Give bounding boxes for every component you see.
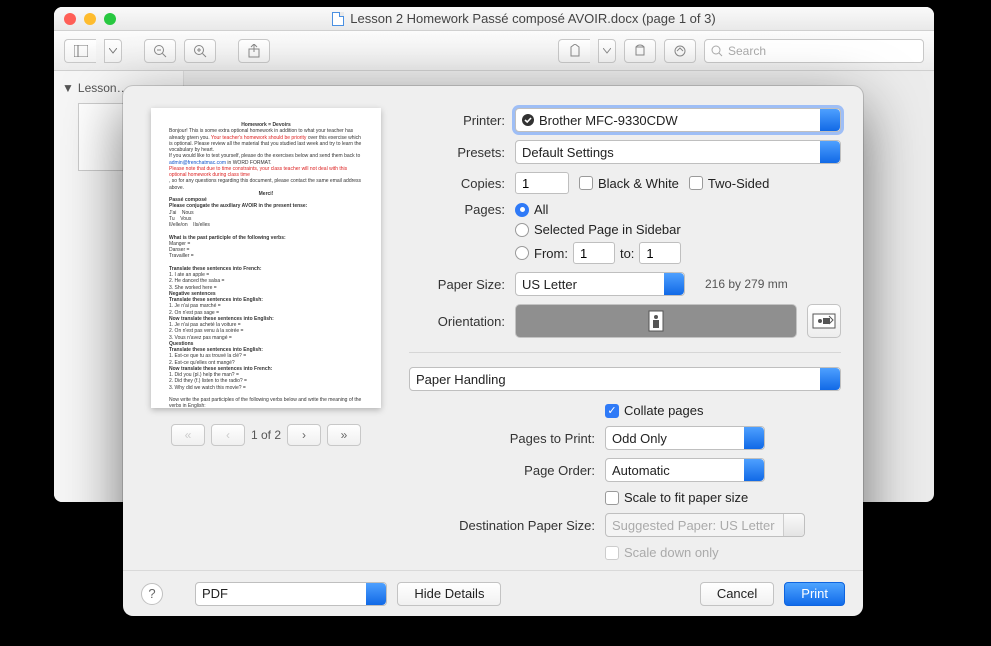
orientation-label: Orientation: [409,314,505,329]
preview-pager: « ‹ 1 of 2 › » [171,424,361,446]
dest-paper-size-select: Suggested Paper: US Letter ▴▾ [605,513,805,537]
zoom-window-button[interactable] [104,13,116,25]
paper-size-label: Paper Size: [409,277,505,292]
printer-value: Brother MFC-9330CDW [539,113,678,128]
orientation-landscape-button[interactable] [807,304,841,338]
help-button[interactable]: ? [141,583,163,605]
scale-down-only-checkbox: Scale down only [605,545,719,560]
close-window-button[interactable] [64,13,76,25]
highlight-button[interactable] [558,39,590,63]
search-field[interactable]: Search [704,39,924,63]
sidebar-dropdown-button[interactable] [104,39,122,63]
print-section-select[interactable]: Paper Handling ▴▾ [409,367,841,391]
sidebar-toggle-button[interactable] [64,39,96,63]
pages-to-print-value: Odd Only [612,431,667,446]
checkbox-icon [605,491,619,505]
printer-label: Printer: [409,113,505,128]
collate-checkbox[interactable]: ✓ Collate pages [605,403,704,418]
orientation-portrait-button[interactable] [515,304,797,338]
radio-icon [515,246,529,260]
sidebar-doc-label: Lesson… [78,81,129,95]
print-preview-page: Homework = Devoirs Bonjour! This is some… [151,108,381,408]
cancel-button[interactable]: Cancel [700,582,774,606]
pages-from-radio[interactable]: From: to: [515,242,681,264]
toolbar: Search [54,31,934,71]
page-order-select[interactable]: Automatic ▴▾ [605,458,765,482]
pages-label: Pages: [409,202,505,217]
pages-to-input[interactable] [639,242,681,264]
black-white-checkbox[interactable]: Black & White [579,176,679,191]
page-indicator: 1 of 2 [251,428,281,442]
scale-to-fit-checkbox[interactable]: Scale to fit paper size [605,490,748,505]
minimize-window-button[interactable] [84,13,96,25]
pages-from-input[interactable] [573,242,615,264]
search-icon [711,45,723,57]
paper-size-value: US Letter [522,277,577,292]
chevron-updown-icon: ▴▾ [754,463,759,477]
pages-to-print-label: Pages to Print: [409,431,595,446]
highlight-dropdown-button[interactable] [598,39,616,63]
two-sided-checkbox[interactable]: Two-Sided [689,176,769,191]
titlebar: Lesson 2 Homework Passé composé AVOIR.do… [54,7,934,31]
checkbox-icon [689,176,703,190]
checkbox-icon [579,176,593,190]
page-order-value: Automatic [612,463,670,478]
print-dialog: Homework = Devoirs Bonjour! This is some… [123,86,863,616]
traffic-lights [64,13,116,25]
chevron-updown-icon: ▴▾ [674,277,679,291]
print-button[interactable]: Print [784,582,845,606]
last-page-button[interactable]: » [327,424,361,446]
chevron-updown-icon: ▴▾ [754,431,759,445]
pages-all-radio[interactable]: All [515,202,681,217]
radio-icon [515,203,529,217]
print-preview-pane: Homework = Devoirs Bonjour! This is some… [145,108,387,560]
chevron-updown-icon: ▴▾ [830,113,835,127]
print-section-value: Paper Handling [416,372,506,387]
radio-icon [515,223,529,237]
checkbox-icon: ✓ [605,404,619,418]
pdf-menu-button[interactable]: PDF ▾ [195,582,387,606]
window-title: Lesson 2 Homework Passé composé AVOIR.do… [124,11,924,26]
print-settings: Printer: Brother MFC-9330CDW ▴▾ Presets:… [409,108,841,560]
chevron-updown-icon: ▴▾ [830,145,835,159]
document-icon [332,12,344,26]
paper-size-hint: 216 by 279 mm [705,277,788,291]
presets-select[interactable]: Default Settings ▴▾ [515,140,841,164]
copies-input[interactable] [515,172,569,194]
printer-status-icon [522,114,534,126]
copies-label: Copies: [409,176,505,191]
presets-value: Default Settings [522,145,614,160]
markup-button[interactable] [664,39,696,63]
chevron-down-icon: ▾ [377,590,381,597]
pages-to-print-select[interactable]: Odd Only ▴▾ [605,426,765,450]
dialog-footer: ? PDF ▾ Hide Details Cancel Print [123,570,863,616]
divider [409,352,841,353]
zoom-out-button[interactable] [144,39,176,63]
prev-page-button[interactable]: ‹ [211,424,245,446]
page-order-label: Page Order: [409,463,595,478]
disclosure-triangle-icon: ▼ [62,81,74,95]
dest-paper-size-label: Destination Paper Size: [409,518,595,533]
share-button[interactable] [238,39,270,63]
page-thumbnail[interactable] [78,103,128,171]
window-title-text: Lesson 2 Homework Passé composé AVOIR.do… [350,11,715,26]
pdf-menu-label: PDF [202,586,228,601]
next-page-button[interactable]: › [287,424,321,446]
zoom-in-button[interactable] [184,39,216,63]
paper-size-select[interactable]: US Letter ▴▾ [515,272,685,296]
first-page-button[interactable]: « [171,424,205,446]
pages-sidebar-radio[interactable]: Selected Page in Sidebar [515,222,681,237]
chevron-updown-icon: ▴▾ [830,372,835,386]
rotate-button[interactable] [624,39,656,63]
presets-label: Presets: [409,145,505,160]
hide-details-button[interactable]: Hide Details [397,582,501,606]
search-placeholder: Search [728,44,766,58]
checkbox-icon [605,546,619,560]
chevron-updown-icon: ▴▾ [794,518,799,532]
dest-paper-size-value: Suggested Paper: US Letter [612,518,775,533]
printer-select[interactable]: Brother MFC-9330CDW ▴▾ [515,108,841,132]
